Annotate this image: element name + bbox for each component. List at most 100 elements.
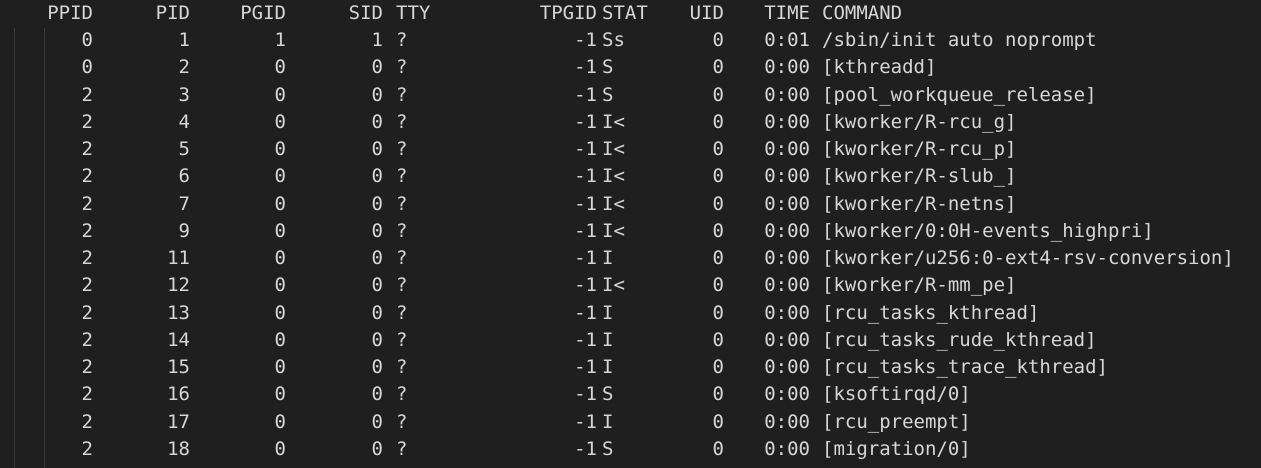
sid-cell: 1 xyxy=(371,29,383,51)
uid-cell: 0 xyxy=(712,437,724,460)
table-row: 2 12 0 0? -1 I< 0 0:00 [kworker/R-mm_pe] xyxy=(0,272,1261,299)
tty-cell: ? xyxy=(396,274,408,297)
tpgid-cell: -1 xyxy=(574,165,597,188)
tpgid-cell: -1 xyxy=(574,301,597,324)
table-row: 2 15 0 0? -1 I 0 0:00 [rcu_tasks_trace_kthread] xyxy=(0,354,1261,381)
uid-cell: 0 xyxy=(712,138,724,160)
uid-cell: 0 xyxy=(712,301,724,324)
time-cell: 0:00 xyxy=(764,192,810,215)
tpgid-cell: -1 xyxy=(574,219,597,242)
sid-cell: 0 xyxy=(371,410,383,433)
command-cell: [kthreadd] xyxy=(822,56,937,79)
sid-cell: 0 xyxy=(371,110,383,133)
tpgid-cell: -1 xyxy=(574,410,597,433)
pgid-cell: 0 xyxy=(274,110,286,133)
pgid-cell: 0 xyxy=(274,301,286,324)
sid-cell: 0 xyxy=(371,192,383,215)
time-cell: 0:00 xyxy=(764,247,810,269)
tpgid-cell: -1 xyxy=(574,56,597,79)
tty-cell: ? xyxy=(396,56,408,79)
command-cell: [ksoftirqd/0] xyxy=(822,383,971,406)
tpgid-cell: -1 xyxy=(574,138,597,160)
ppid-cell: 2 xyxy=(81,328,93,351)
tty-cell: ? xyxy=(396,110,408,133)
ppid-cell: 2 xyxy=(81,165,93,188)
pid-cell: 1 xyxy=(178,29,190,51)
pid-cell: 3 xyxy=(178,83,190,106)
uid-cell: 0 xyxy=(712,247,724,269)
time-cell: 0:00 xyxy=(764,356,810,378)
command-cell: [kworker/0:0H-events_highpri] xyxy=(822,219,1154,242)
pgid-cell: 0 xyxy=(274,247,286,269)
pgid-cell: 0 xyxy=(274,56,286,79)
command-cell: [rcu_tasks_trace_kthread] xyxy=(822,356,1108,378)
tty-cell: ? xyxy=(396,328,408,351)
table-row: 2 3 0 0? -1 S 0 0:00 [pool_workqueue_release] xyxy=(0,82,1261,109)
sid-cell: 0 xyxy=(371,83,383,106)
command-cell: [kworker/R-netns] xyxy=(822,192,1017,215)
stat-cell: Ss xyxy=(602,29,625,51)
uid-cell: 0 xyxy=(712,328,724,351)
command-cell: [migration/0] xyxy=(822,437,971,460)
pid-cell: 2 xyxy=(178,56,190,79)
pid-cell: 16 xyxy=(167,383,190,406)
header-pid: PID xyxy=(155,2,190,24)
pid-cell: 18 xyxy=(167,437,190,460)
pid-cell: 4 xyxy=(178,110,190,133)
ppid-cell: 2 xyxy=(81,383,93,406)
time-cell: 0:00 xyxy=(764,219,810,242)
uid-cell: 0 xyxy=(712,410,724,433)
time-cell: 0:00 xyxy=(764,83,810,106)
sid-cell: 0 xyxy=(371,437,383,460)
tpgid-cell: -1 xyxy=(574,437,597,460)
pid-cell: 11 xyxy=(167,247,190,269)
ppid-cell: 0 xyxy=(81,29,93,51)
table-header: PPID PID PGID SID TTY TPGID STAT UID TIM… xyxy=(0,0,1261,27)
uid-cell: 0 xyxy=(712,83,724,106)
header-time: TIME xyxy=(764,2,810,24)
pgid-cell: 1 xyxy=(274,29,286,51)
table-row: 2 5 0 0? -1 I< 0 0:00 [kworker/R-rcu_p] xyxy=(0,136,1261,163)
time-cell: 0:00 xyxy=(764,165,810,188)
time-cell: 0:00 xyxy=(764,383,810,406)
sid-cell: 0 xyxy=(371,247,383,269)
ppid-cell: 2 xyxy=(81,110,93,133)
pid-cell: 12 xyxy=(167,274,190,297)
tty-cell: ? xyxy=(396,247,408,269)
tpgid-cell: -1 xyxy=(574,29,597,51)
tpgid-cell: -1 xyxy=(574,247,597,269)
stat-cell: S xyxy=(602,83,614,106)
pid-cell: 17 xyxy=(167,410,190,433)
tpgid-cell: -1 xyxy=(574,383,597,406)
uid-cell: 0 xyxy=(712,165,724,188)
command-cell: [kworker/R-rcu_p] xyxy=(822,138,1017,160)
tty-cell: ? xyxy=(396,29,408,51)
table-row: 2 9 0 0? -1 I< 0 0:00 [kworker/0:0H-events_highp… xyxy=(0,218,1261,245)
sid-cell: 0 xyxy=(371,138,383,160)
ppid-cell: 2 xyxy=(81,274,93,297)
stat-cell: I xyxy=(602,301,614,324)
table-row: 2 14 0 0? -1 I 0 0:00 [rcu_tasks_rude_kthread] xyxy=(0,327,1261,354)
table-row: 2 16 0 0? -1 S 0 0:00 [ksoftirqd/0] xyxy=(0,381,1261,408)
ppid-cell: 2 xyxy=(81,356,93,378)
pgid-cell: 0 xyxy=(274,83,286,106)
stat-cell: S xyxy=(602,56,614,79)
uid-cell: 0 xyxy=(712,219,724,242)
table-row: 0 2 0 0? -1 S 0 0:00 [kthreadd] xyxy=(0,54,1261,81)
terminal-output: PPID PID PGID SID TTY TPGID STAT UID TIM… xyxy=(0,0,1261,468)
command-cell: [kworker/R-slub_] xyxy=(822,165,1017,188)
pid-cell: 15 xyxy=(167,356,190,378)
stat-cell: I< xyxy=(602,274,625,297)
sid-cell: 0 xyxy=(371,356,383,378)
command-cell: [kworker/R-mm_pe] xyxy=(822,274,1017,297)
header-ppid: PPID xyxy=(47,2,93,24)
pid-cell: 14 xyxy=(167,328,190,351)
tpgid-cell: -1 xyxy=(574,83,597,106)
time-cell: 0:00 xyxy=(764,110,810,133)
pgid-cell: 0 xyxy=(274,165,286,188)
pgid-cell: 0 xyxy=(274,356,286,378)
tty-cell: ? xyxy=(396,383,408,406)
time-cell: 0:00 xyxy=(764,274,810,297)
header-uid: UID xyxy=(689,2,724,24)
tty-cell: ? xyxy=(396,301,408,324)
